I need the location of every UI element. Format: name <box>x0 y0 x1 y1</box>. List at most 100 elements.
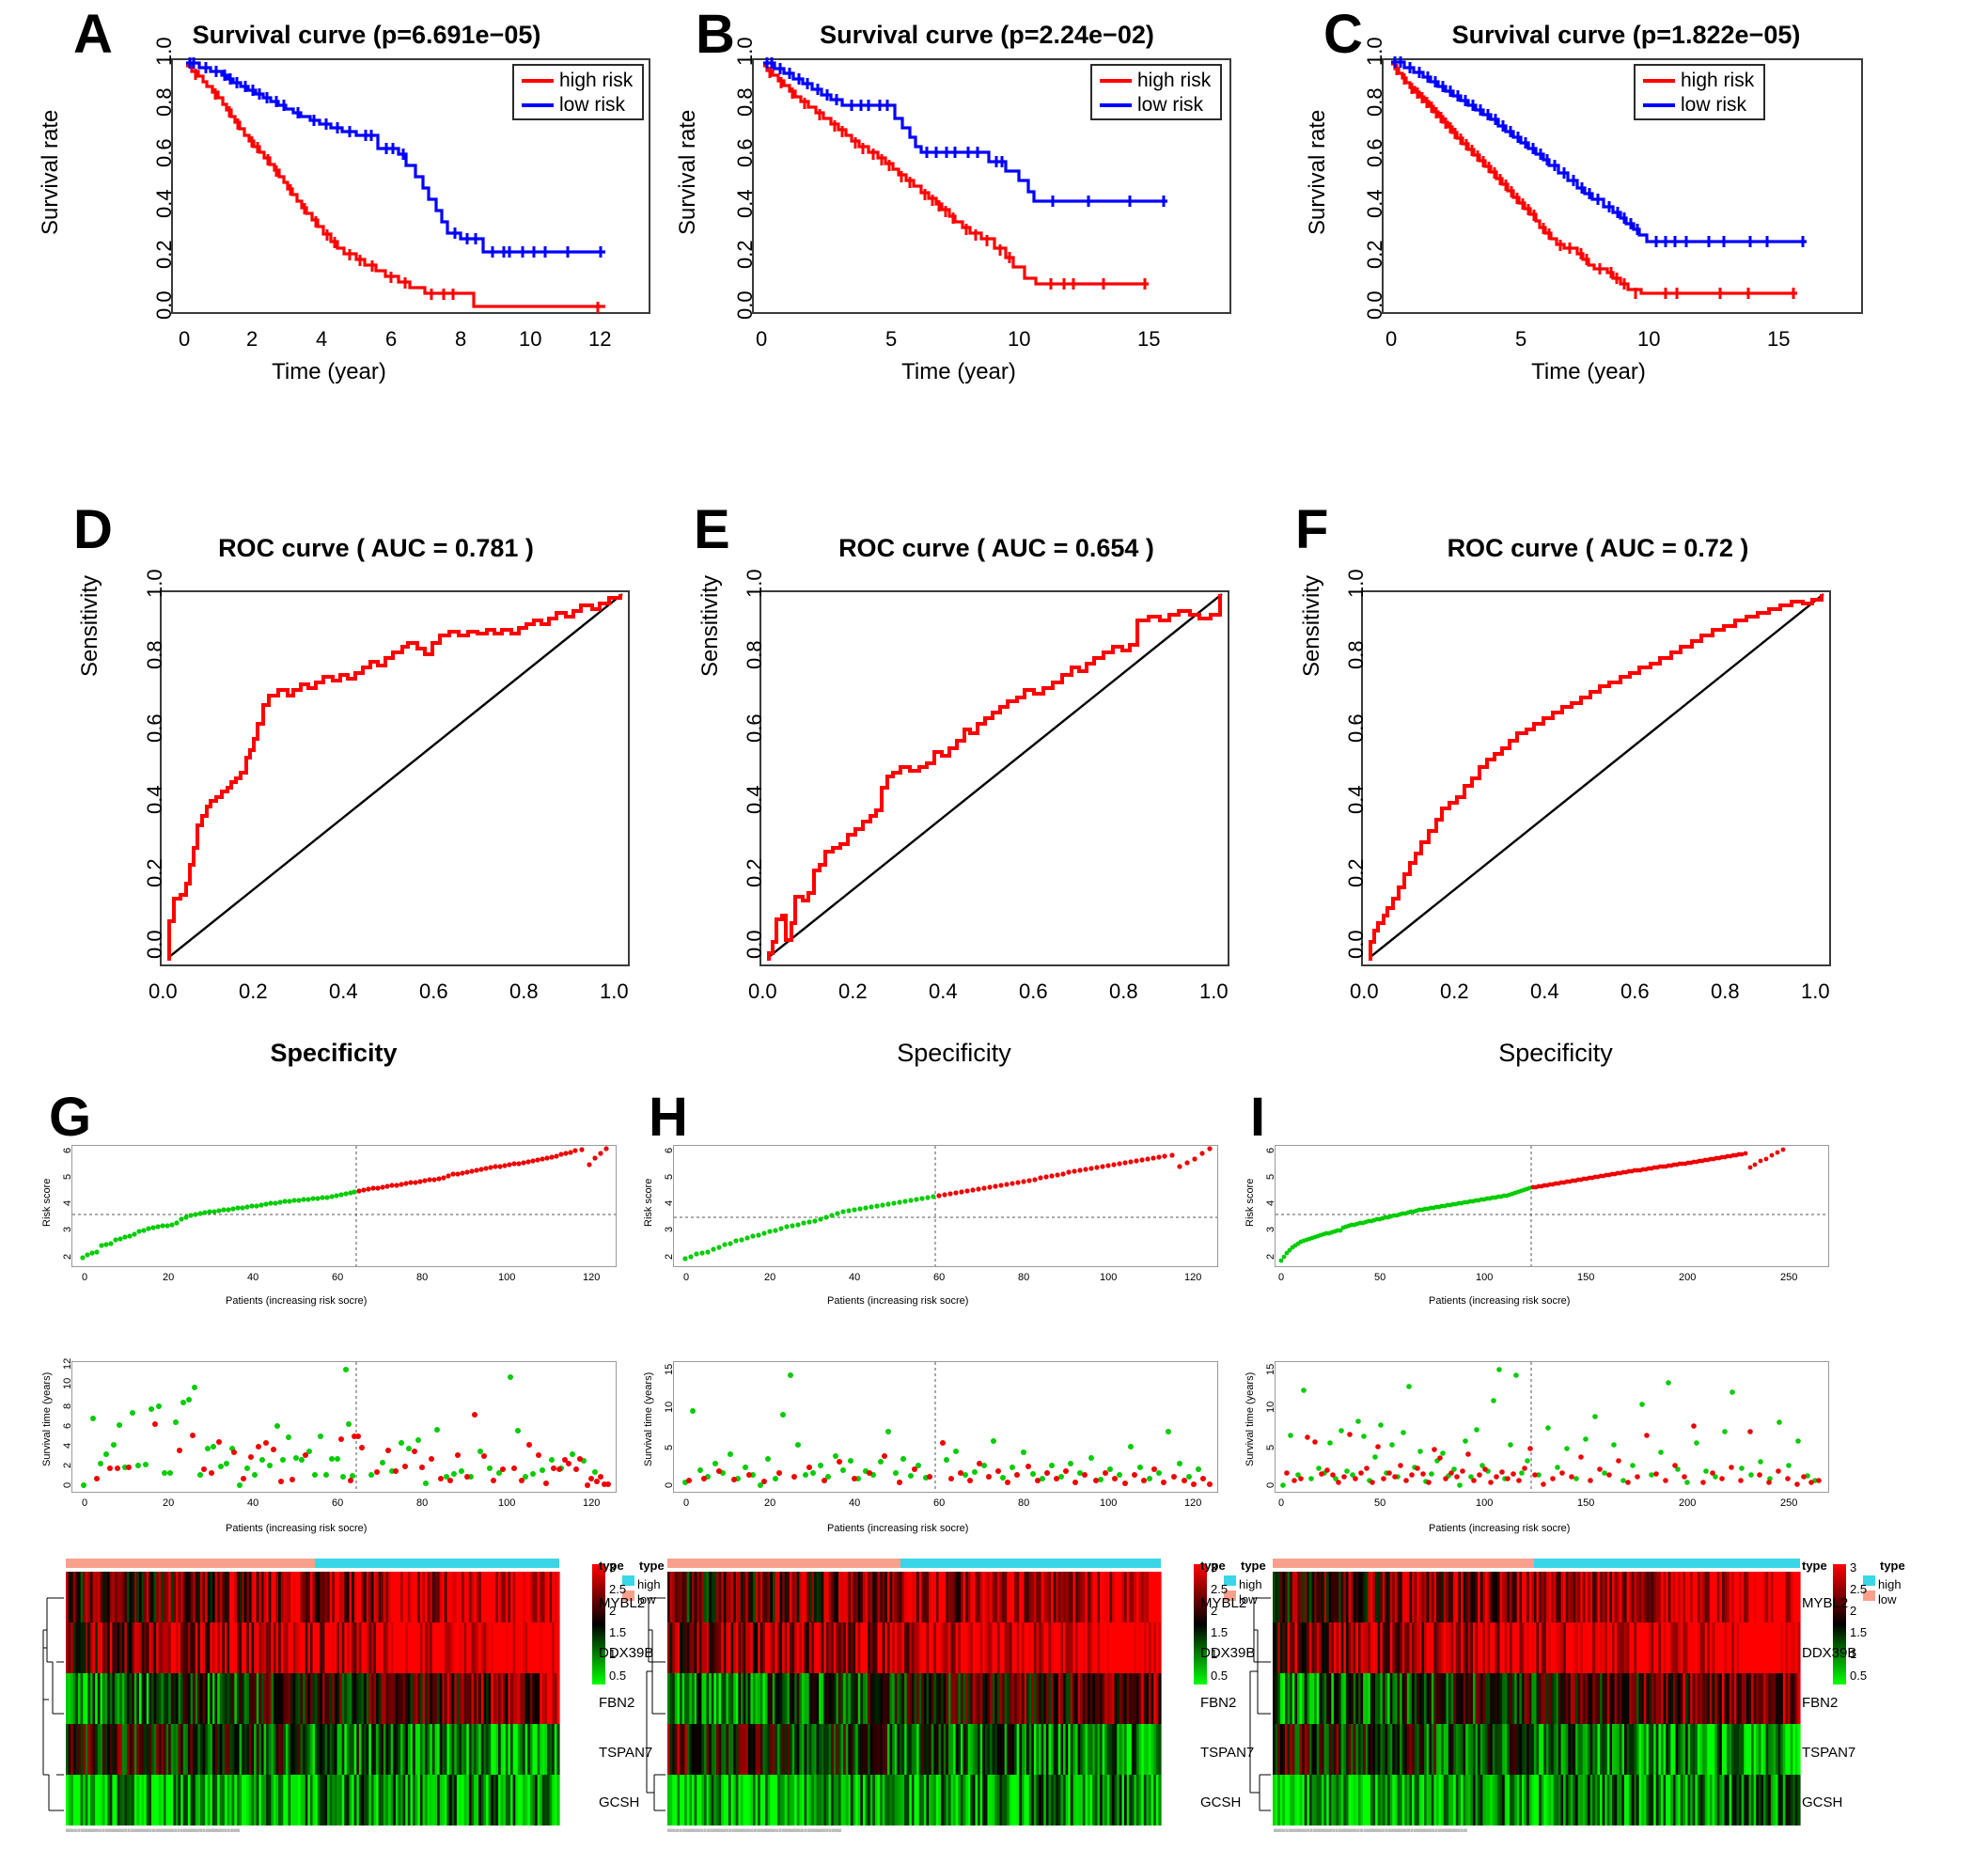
panel-h-riskscore-ytick-2: 4 <box>664 1199 675 1206</box>
panel-h-key-tick-4: 1 <box>1211 1647 1218 1661</box>
panel-g-survtime-ytick-2: 4 <box>62 1442 73 1449</box>
panel-h-riskscore-xtick-0: 0 <box>683 1272 690 1283</box>
panel-e-ytick-0: 0.0 <box>743 930 766 959</box>
panel-i-key-tick-4: 1 <box>1850 1647 1857 1661</box>
panel-i-gene-4: GCSH <box>1802 1794 1843 1810</box>
panel-g-sample-names: ||||||||||||||||||||||||||||||||||||||||… <box>66 1827 240 1832</box>
panel-d-xtick-5: 1.0 <box>600 979 629 1003</box>
panel-h-survtime-ytick-3: 15 <box>664 1363 675 1375</box>
panel-b-xtick-2: 10 <box>1008 327 1031 351</box>
panel-b-ylabel: Survival rate <box>675 109 700 235</box>
panel-f-ytick-2: 0.4 <box>1344 785 1368 814</box>
panel-i-key-tick-1: 2.5 <box>1850 1582 1868 1596</box>
panel-i-riskscore-xtick-4: 200 <box>1679 1272 1697 1283</box>
panel-h-riskscore-xtick-4: 80 <box>1018 1272 1030 1283</box>
panel-i-gene-3: TSPAN7 <box>1802 1745 1856 1761</box>
panel-h-survtime-box <box>673 1361 1218 1493</box>
panel-label-i: I <box>1250 1087 1266 1148</box>
panel-g-key-tick-3: 1.5 <box>609 1625 627 1639</box>
panel-f-xtick-4: 0.8 <box>1711 979 1740 1003</box>
panel-i-type-legend-low: low <box>1878 1592 1897 1606</box>
panel-h-riskscore-ytick-4: 6 <box>664 1147 675 1153</box>
legend-swatch-low-risk <box>1643 103 1675 107</box>
panel-i-riskscore-ylabel: Risk score <box>1244 1178 1256 1227</box>
panel-i-survtime-xtick-1: 50 <box>1374 1497 1386 1509</box>
panel-h-heatmap-svg <box>646 1559 1236 1825</box>
legend-label-low-risk: low risk <box>1681 94 1747 116</box>
panel-b-ytick-3: 0.6 <box>733 138 757 167</box>
panel-g-riskscore-xtick-1: 20 <box>163 1272 175 1283</box>
panel-i-riskscore-chart <box>1276 1146 1828 1266</box>
panel-i-riskscore-box <box>1275 1145 1829 1267</box>
panel-a-legend: high risk low risk <box>512 64 644 120</box>
panel-i-riskscore-xtick-5: 250 <box>1780 1272 1798 1283</box>
panel-g-riskscore-ytick-4: 6 <box>62 1147 73 1153</box>
panel-h-gene-2: FBN2 <box>1200 1695 1237 1711</box>
panel-f-roc-chart <box>1369 593 1824 961</box>
panel-e-ytick-1: 0.2 <box>743 858 766 887</box>
panel-b-ytick-2: 0.4 <box>733 189 757 218</box>
panel-g-riskscore-box <box>71 1145 617 1267</box>
panel-i-survtime-box <box>1275 1361 1829 1493</box>
panel-b-xtick-1: 5 <box>885 327 898 351</box>
panel-a-xtick-3: 6 <box>385 327 398 351</box>
panel-i-key-tick-0: 3 <box>1850 1560 1857 1575</box>
panel-f-ytick-4: 0.8 <box>1344 640 1368 669</box>
panel-b-legend: high risk low risk <box>1090 64 1222 120</box>
panel-label-h: H <box>649 1087 688 1148</box>
panel-i-sample-names: ||||||||||||||||||||||||||||||||||||||||… <box>1274 1827 1467 1832</box>
panel-h-key-tick-1: 2.5 <box>1211 1582 1229 1596</box>
panel-h-riskscore-xtick-5: 100 <box>1100 1272 1118 1283</box>
legend-swatch-low-risk <box>522 103 554 107</box>
panel-label-b: B <box>696 4 735 65</box>
panel-b-ytick-1: 0.2 <box>733 240 757 269</box>
panel-i-survtime-xlabel: Patients (increasing risk socre) <box>1429 1523 1571 1534</box>
panel-h-survtime-xtick-3: 60 <box>933 1497 946 1509</box>
panel-i-annotation-label: type <box>1802 1559 1827 1573</box>
panel-c-xtick-2: 10 <box>1637 327 1661 351</box>
panel-c-ytick-3: 0.6 <box>1363 138 1386 167</box>
panel-f-xlabel: Specificity <box>1498 1039 1613 1067</box>
panel-c-ytick-0: 0.0 <box>1363 290 1386 320</box>
panel-g-survtime-xtick-0: 0 <box>82 1497 88 1509</box>
panel-e-xtick-5: 1.0 <box>1199 979 1229 1003</box>
panel-e-xtick-2: 0.4 <box>929 979 958 1003</box>
panel-i-survtime-ytick-3: 15 <box>1265 1363 1276 1375</box>
panel-g-gene-2: FBN2 <box>599 1695 635 1711</box>
panel-g-survtime-xtick-6: 120 <box>583 1497 601 1509</box>
panel-i-riskscore-xtick-1: 50 <box>1374 1272 1386 1283</box>
panel-c-title: Survival curve (p=1.822e−05) <box>1451 21 1801 49</box>
panel-h-survtime-chart <box>682 1362 1213 1492</box>
panel-h-riskscore-ytick-0: 2 <box>664 1253 675 1260</box>
panel-d-title: ROC curve ( AUC = 0.781 ) <box>218 534 534 562</box>
panel-a-ytick-0: 0.0 <box>152 290 176 320</box>
panel-f-xtick-2: 0.4 <box>1530 979 1559 1003</box>
panel-c-xtick-1: 5 <box>1515 327 1527 351</box>
panel-d-ytick-2: 0.4 <box>143 785 166 814</box>
panel-i-type-legend-high: high <box>1878 1577 1902 1591</box>
panel-i-key-tick-5: 0.5 <box>1850 1669 1868 1683</box>
panel-g-survtime-xtick-5: 100 <box>498 1497 516 1509</box>
panel-i-heatmap <box>1241 1559 1899 1841</box>
panel-d-ytick-0: 0.0 <box>143 930 166 959</box>
panel-f-plot-box <box>1361 590 1831 966</box>
panel-c-xtick-3: 15 <box>1767 327 1791 351</box>
panel-g-riskscore-ylabel: Risk score <box>41 1178 53 1227</box>
panel-e-xlabel: Specificity <box>897 1039 1011 1067</box>
panel-d-ytick-1: 0.2 <box>143 858 166 887</box>
panel-i-survtime-ylabel: Survival time (years) <box>1244 1371 1256 1466</box>
panel-h-survtime-ytick-0: 0 <box>664 1481 675 1488</box>
panel-h-survtime-ylabel: Survival time (years) <box>643 1371 654 1466</box>
panel-h-survtime-ytick-2: 10 <box>664 1401 675 1413</box>
panel-g-survtime-chart <box>81 1362 611 1492</box>
panel-g-survtime-ytick-6: 12 <box>62 1357 73 1370</box>
panel-a-ytick-3: 0.6 <box>152 138 176 167</box>
panel-c-survival-chart <box>1391 56 1807 299</box>
panel-d-ylabel: Sensitivity <box>77 574 102 677</box>
panel-i-survtime-xtick-5: 250 <box>1780 1497 1798 1509</box>
legend-label-high-risk: high risk <box>1137 70 1212 91</box>
legend-label-high-risk: high risk <box>559 70 634 91</box>
panel-f-ylabel: Sensitivity <box>1299 574 1324 677</box>
panel-c-legend: high risk low risk <box>1634 64 1765 120</box>
panel-a-xtick-5: 10 <box>519 327 542 351</box>
